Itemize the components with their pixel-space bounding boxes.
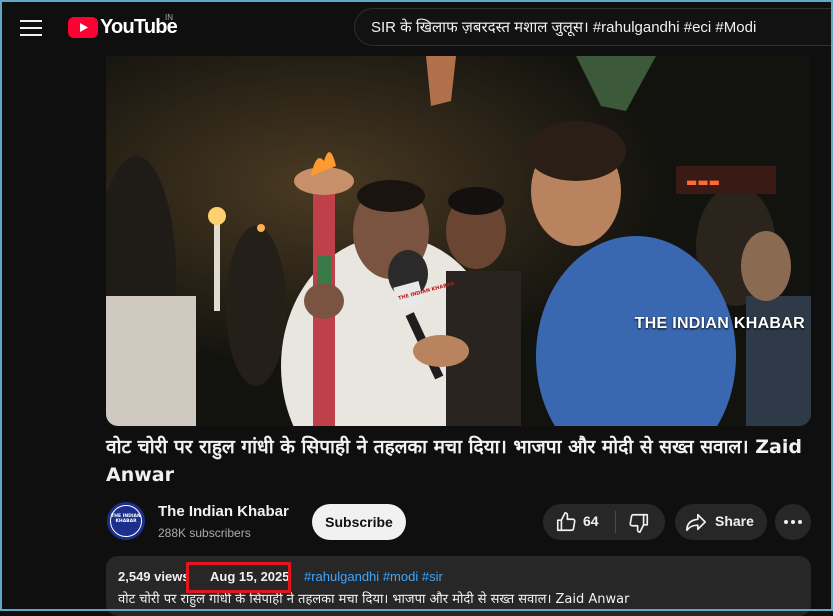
subscriber-count: 288K subscribers <box>158 526 251 540</box>
youtube-logo[interactable]: YouTube <box>68 15 178 39</box>
like-count: 64 <box>583 513 599 529</box>
video-watermark: THE INDIAN KHABAR <box>634 315 805 332</box>
channel-name[interactable]: The Indian Khabar <box>158 503 289 520</box>
video-player[interactable]: ▬▬▬ THE INDIAN KHABAR THE INDIAN KHABAR <box>106 56 811 426</box>
search-query: SIR के खिलाफ ज़बरदस्त मशाल जुलूस। #rahul… <box>371 19 757 36</box>
view-count: 2,549 views <box>118 569 190 584</box>
share-button[interactable]: Share <box>675 504 767 540</box>
like-icon <box>556 512 576 532</box>
menu-icon[interactable] <box>20 17 42 37</box>
description-box[interactable]: 2,549 views Aug 15, 2025 #rahulgandhi #m… <box>106 556 811 616</box>
country-code: IN <box>165 13 173 22</box>
top-bar: YouTube IN SIR के खिलाफ ज़बरदस्त मशाल जु… <box>0 0 833 56</box>
video-frame: ▬▬▬ THE INDIAN KHABAR <box>106 56 811 426</box>
hashtags: #rahulgandhi #modi #sir <box>304 569 443 584</box>
hashtag-link[interactable]: #modi <box>383 569 418 584</box>
channel-avatar[interactable]: THE INDIAN KHABAR <box>107 502 145 540</box>
subscribe-button[interactable]: Subscribe <box>312 504 406 540</box>
dislike-button[interactable] <box>616 504 665 540</box>
description-text: वोट चोरी पर राहुल गांधी के सिपाही ने तहल… <box>118 592 630 607</box>
share-icon <box>686 513 706 532</box>
description-meta: 2,549 views Aug 15, 2025 #rahulgandhi #m… <box>118 569 443 584</box>
more-icon-dot <box>791 520 795 524</box>
hashtag-link[interactable]: #sir <box>422 569 443 584</box>
youtube-logo-icon <box>68 16 98 38</box>
search-input[interactable]: SIR के खिलाफ ज़बरदस्त मशाल जुलूस। #rahul… <box>354 8 833 46</box>
video-title: वोट चोरी पर राहुल गांधी के सिपाही ने तहल… <box>106 436 802 486</box>
svg-text:▬▬▬: ▬▬▬ <box>686 175 720 189</box>
dislike-icon <box>629 513 649 533</box>
more-icon-dot <box>798 520 802 524</box>
upload-date: Aug 15, 2025 <box>210 569 290 584</box>
hashtag-link[interactable]: #rahulgandhi <box>304 569 379 584</box>
like-dislike-group: 64 <box>543 504 665 540</box>
like-button[interactable]: 64 <box>543 504 615 540</box>
more-actions-button[interactable] <box>775 504 811 540</box>
more-icon <box>784 520 788 524</box>
share-label: Share <box>715 513 754 529</box>
avatar-text: THE INDIAN KHABAR <box>111 514 141 524</box>
